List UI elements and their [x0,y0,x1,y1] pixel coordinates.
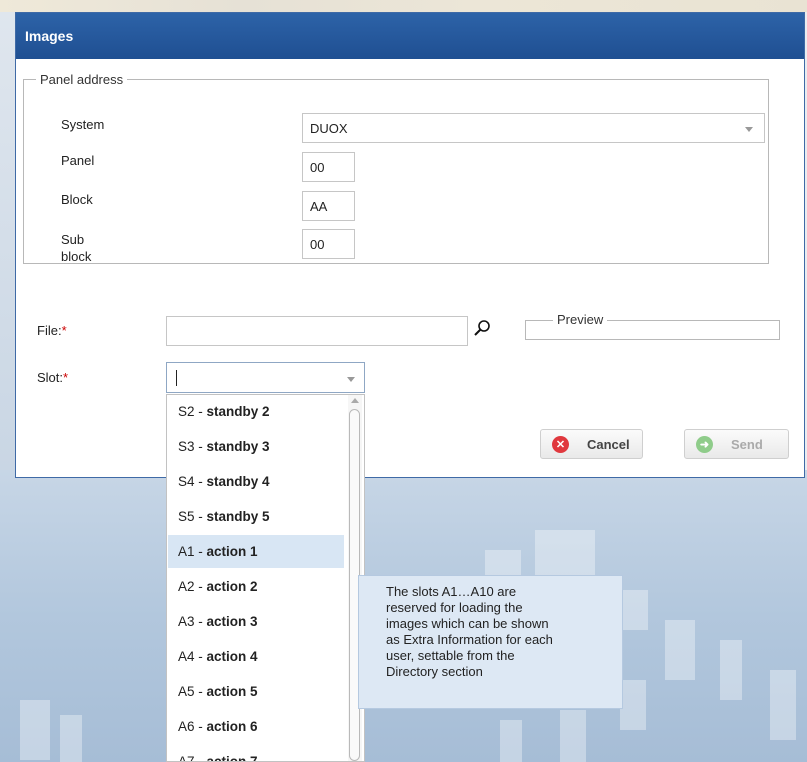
sub-block-label-line2: block [61,249,92,264]
background-top [0,0,807,12]
tooltip-line: as Extra Information for each [386,632,553,647]
tooltip-line: reserved for loading the [386,600,523,615]
text-cursor [176,370,177,386]
cancel-button-label: Cancel [587,436,630,452]
close-icon: ✕ [552,435,569,453]
slot-option-selected[interactable]: A1 - action 1 [168,535,344,568]
tooltip-line: Directory section [386,664,483,679]
panel-input[interactable]: 00 [302,152,355,182]
block-input-value: AA [310,199,328,214]
system-label: System [61,117,105,132]
slot-option[interactable]: A6 - action 6 [168,710,344,743]
sub-block-label-line1: Sub [61,232,85,247]
block-input[interactable]: AA [302,191,355,221]
file-label: File:* [37,323,67,338]
preview-frame-bottom [525,332,780,340]
system-select-value: DUOX [310,121,348,136]
slot-option[interactable]: A5 - action 5 [168,675,344,708]
slot-select[interactable] [166,362,365,393]
panel-label: Panel [61,153,95,168]
panel-address-group: Panel address [23,72,769,264]
cancel-button[interactable]: ✕ Cancel [540,429,643,459]
sub-block-label: Sub block [61,231,91,265]
tooltip-line: The slots A1…A10 are [386,584,517,599]
chevron-down-icon [347,377,355,382]
slot-dropdown-list[interactable]: S2 - standby 2 S3 - standby 3 S4 - stand… [166,394,365,762]
file-input[interactable] [166,316,468,346]
slot-option[interactable]: A3 - action 3 [168,605,344,638]
sub-block-input-value: 00 [310,237,325,252]
dialog-title: Images [16,13,804,59]
slot-option[interactable]: S3 - standby 3 [168,430,344,463]
preview-legend: Preview [553,312,608,327]
panel-address-legend: Panel address [40,72,124,87]
system-select[interactable]: DUOX [302,113,765,143]
slot-tooltip: The slots A1…A10 are reserved for loadin… [358,575,623,709]
background-left [0,12,15,470]
chevron-down-icon [745,127,753,132]
scroll-up-icon[interactable] [351,398,359,403]
slot-option[interactable]: A7 - action 7 [168,745,344,761]
slot-option[interactable]: A4 - action 4 [168,640,344,673]
slot-option[interactable]: S4 - standby 4 [168,465,344,498]
tooltip-line: user, settable from the [386,648,515,663]
search-icon[interactable] [472,318,492,338]
send-button[interactable]: ➜ Send [684,429,789,459]
slot-option[interactable]: A2 - action 2 [168,570,344,603]
tooltip-line: images which can be shown [386,616,549,631]
panel-input-value: 00 [310,160,325,175]
send-button-label: Send [731,436,763,452]
slot-option[interactable]: S5 - standby 5 [168,500,344,533]
block-label: Block [61,192,93,207]
slot-label: Slot:* [37,370,69,385]
sub-block-input[interactable]: 00 [302,229,355,259]
arrow-right-icon: ➜ [696,435,713,453]
slot-option[interactable]: S2 - standby 2 [168,395,344,428]
